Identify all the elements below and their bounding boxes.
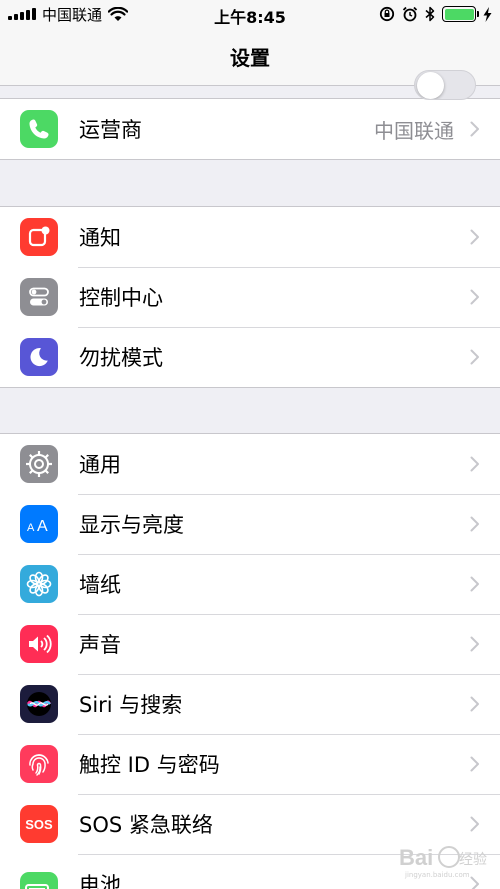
chevron-right-icon [470, 289, 479, 305]
wallpaper-flower-icon [20, 565, 58, 603]
settings-row-label: Siri 与搜索 [79, 693, 183, 717]
scrolled-toggle-switch[interactable] [414, 70, 476, 100]
sos-icon-text: SOS [25, 816, 53, 832]
settings-row-label: 声音 [79, 633, 121, 657]
bluetooth-icon [425, 6, 435, 22]
siri-icon [20, 685, 58, 723]
fingerprint-icon [20, 745, 58, 783]
speaker-icon [20, 625, 58, 663]
chevron-right-icon [470, 576, 479, 592]
chevron-right-icon [470, 816, 479, 832]
baidu-watermark-logo: Bai 经验 jingyan.baidu.com [399, 845, 487, 879]
svg-text:A: A [27, 522, 35, 534]
chevron-right-icon [470, 121, 479, 137]
settings-row[interactable]: 墙纸 [0, 554, 500, 614]
settings-row-value: 中国联通 [374, 118, 454, 143]
settings-row[interactable]: 通知 [0, 207, 500, 267]
toggle-knob [417, 72, 444, 99]
display-aa-icon: AA [20, 505, 58, 543]
watermark-text-2: 经验 [459, 852, 487, 868]
settings-row[interactable]: Siri 与搜索 [0, 674, 500, 734]
moon-icon [20, 338, 58, 376]
battery-icon [20, 872, 58, 889]
settings-row-label: 触控 ID 与密码 [79, 753, 220, 777]
settings-row[interactable]: A A 显示与亮度 [0, 494, 500, 554]
page-title: 设置 [230, 46, 270, 70]
battery-indicator-icon [442, 6, 479, 22]
settings-row-label: 通知 [79, 226, 121, 250]
chevron-right-icon [470, 349, 479, 365]
carrier-group: 运营商 中国联通 [0, 98, 500, 160]
settings-row-label: 通用 [79, 453, 121, 477]
control-center-icon [20, 278, 58, 316]
watermark-text: Bai [399, 845, 433, 870]
settings-row-label: 控制中心 [79, 286, 163, 310]
watermark-sub: jingyan.baidu.com [404, 871, 470, 879]
chevron-right-icon [470, 229, 479, 245]
settings-row-label: 运营商 [79, 118, 142, 142]
settings-row[interactable]: 勿扰模式 [0, 327, 500, 387]
settings-row-label: SOS 紧急联络 [79, 813, 213, 837]
navigation-bar: 设置 [0, 30, 500, 100]
chevron-right-icon [470, 636, 479, 652]
general-group: 通用 A A 显示与亮度墙纸声音 Siri 与搜索触控 ID 与密码 SOS SOS 紧急联… [0, 433, 500, 889]
settings-row[interactable]: 控制中心 [0, 267, 500, 327]
rotation-lock-icon [379, 6, 395, 22]
settings-row-label: 勿扰模式 [79, 346, 163, 370]
phone-icon [20, 110, 58, 148]
chevron-right-icon [470, 696, 479, 712]
gear-icon [20, 445, 58, 483]
charging-bolt-icon [483, 6, 492, 22]
settings-row-label: 显示与亮度 [79, 513, 184, 537]
settings-row[interactable]: 声音 [0, 614, 500, 674]
battery-fill [444, 8, 474, 20]
chevron-right-icon [470, 456, 479, 472]
settings-row[interactable]: 运营商 中国联通 [0, 99, 500, 159]
battery-tip [476, 11, 479, 17]
settings-row-label: 墙纸 [79, 573, 121, 597]
chevron-right-icon [470, 516, 479, 532]
status-right [379, 5, 492, 23]
settings-row-label: 电池 [79, 873, 121, 889]
notifications-group: 通知控制中心勿扰模式 [0, 206, 500, 388]
notifications-icon [20, 218, 58, 256]
svg-text:A: A [37, 518, 48, 535]
settings-row[interactable]: 通用 [0, 434, 500, 494]
alarm-icon [402, 6, 418, 22]
chevron-right-icon [470, 756, 479, 772]
status-bar: 中国联通 上午8:45 [0, 0, 500, 30]
sos-icon: SOS [20, 805, 58, 843]
settings-row[interactable]: 触控 ID 与密码 [0, 734, 500, 794]
